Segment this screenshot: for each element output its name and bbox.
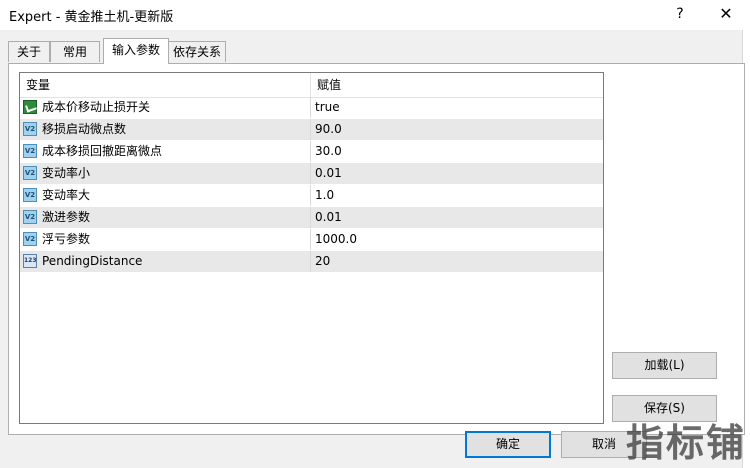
table-row[interactable]: 123 PendingDistance 20: [20, 251, 603, 273]
table-row[interactable]: V2 变动率大 1.0: [20, 185, 603, 207]
ok-button[interactable]: 确定: [465, 431, 551, 458]
param-name: 浮亏参数: [20, 229, 311, 250]
column-header-variable[interactable]: 变量: [20, 73, 311, 97]
param-value[interactable]: 90.0: [311, 119, 603, 140]
param-name: 变动率大: [20, 185, 311, 206]
param-value[interactable]: 1000.0: [311, 229, 603, 250]
grid-rows: 成本价移动止损开关 true V2 移损启动微点数 90.0 V2 成本移损回撤…: [20, 97, 603, 273]
param-value[interactable]: true: [311, 97, 603, 118]
param-name: 成本价移动止损开关: [20, 97, 311, 118]
parameters-grid[interactable]: 变量 赋值 成本价移动止损开关 true V2 移损启动微点数 90.0 V2 …: [19, 72, 604, 424]
param-name: PendingDistance: [20, 251, 311, 272]
tab-common[interactable]: 常用: [50, 41, 100, 62]
param-name: 变动率小: [20, 163, 311, 184]
watermark-logo: 指标铺: [626, 421, 744, 465]
param-value[interactable]: 30.0: [311, 141, 603, 162]
title-bar: Expert - 黄金推土机-更新版 ? ✕: [0, 0, 750, 30]
window-title: Expert - 黄金推土机-更新版: [9, 10, 174, 25]
close-button[interactable]: ✕: [706, 0, 746, 30]
param-value[interactable]: 0.01: [311, 163, 603, 184]
save-button[interactable]: 保存(S): [612, 395, 717, 422]
table-row[interactable]: V2 移损启动微点数 90.0: [20, 119, 603, 141]
tab-input-params[interactable]: 输入参数: [103, 38, 169, 64]
table-row[interactable]: V2 激进参数 0.01: [20, 207, 603, 229]
param-name: 移损启动微点数: [20, 119, 311, 140]
param-value[interactable]: 1.0: [311, 185, 603, 206]
table-row[interactable]: V2 成本移损回撤距离微点 30.0: [20, 141, 603, 163]
table-row[interactable]: V2 浮亏参数 1000.0: [20, 229, 603, 251]
param-name: 激进参数: [20, 207, 311, 228]
load-button[interactable]: 加载(L): [612, 352, 717, 379]
param-name: 成本移损回撤距离微点: [20, 141, 311, 162]
help-button[interactable]: ?: [660, 0, 700, 30]
table-row[interactable]: V2 变动率小 0.01: [20, 163, 603, 185]
tab-about[interactable]: 关于: [8, 41, 50, 62]
param-value[interactable]: 0.01: [311, 207, 603, 228]
tab-dependencies[interactable]: 依存关系: [168, 41, 226, 62]
grid-header: 变量 赋值: [20, 73, 603, 98]
column-header-value[interactable]: 赋值: [311, 73, 603, 97]
table-row[interactable]: 成本价移动止损开关 true: [20, 97, 603, 119]
param-value[interactable]: 20: [311, 251, 603, 272]
